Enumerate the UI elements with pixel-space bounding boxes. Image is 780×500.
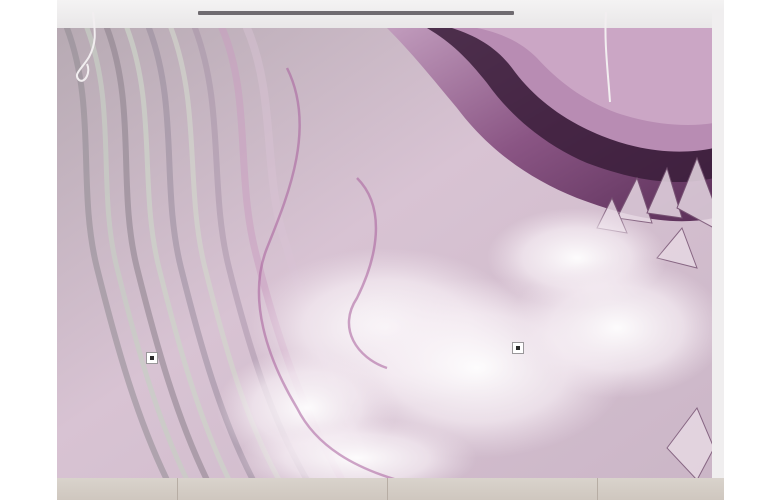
left-wall-outlet xyxy=(146,352,158,364)
right-hanging-wire xyxy=(604,12,611,103)
floor-seam xyxy=(597,478,598,500)
ceiling-vent xyxy=(198,11,514,15)
left-hanging-wire xyxy=(75,12,96,82)
floor-seam xyxy=(387,478,388,500)
room xyxy=(57,0,724,500)
floor-seam xyxy=(177,478,178,500)
floor xyxy=(57,478,724,500)
right-wall-outlet xyxy=(512,342,524,354)
adjacent-wall xyxy=(712,10,724,478)
photo-frame xyxy=(0,0,780,500)
